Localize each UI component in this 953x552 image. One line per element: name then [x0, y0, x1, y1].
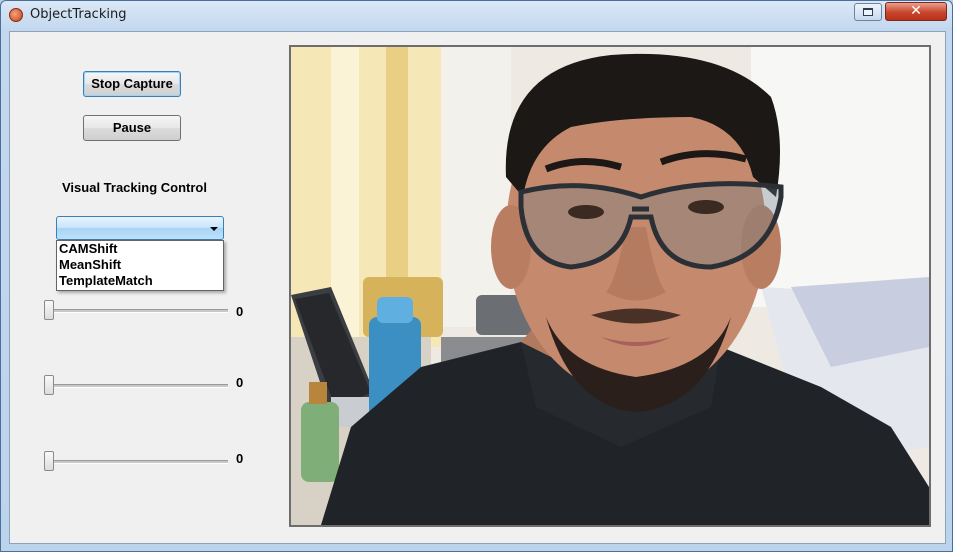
restore-button[interactable]: [854, 3, 882, 21]
pause-button[interactable]: Pause: [83, 115, 181, 141]
parameter-slider-1[interactable]: [44, 300, 228, 322]
slider-1-value: 0: [236, 304, 244, 319]
camera-feed: [289, 45, 931, 527]
close-button[interactable]: ✕: [885, 2, 947, 21]
option-templatematch[interactable]: TemplateMatch: [57, 273, 223, 289]
chevron-down-icon[interactable]: [210, 227, 218, 231]
option-camshift[interactable]: CAMShift: [57, 241, 223, 257]
close-icon: ✕: [910, 3, 922, 19]
tracker-select[interactable]: [56, 216, 224, 240]
option-meanshift[interactable]: MeanShift: [57, 257, 223, 273]
slider-track: [44, 309, 228, 313]
app-icon: [9, 8, 23, 22]
parameter-slider-3[interactable]: [44, 451, 228, 473]
slider-2-value: 0: [236, 375, 244, 390]
slider-thumb[interactable]: [44, 300, 54, 320]
parameter-slider-2[interactable]: [44, 375, 228, 397]
slider-3-value: 0: [236, 451, 244, 466]
slider-track: [44, 460, 228, 464]
tracking-control-label: Visual Tracking Control: [62, 180, 207, 195]
slider-thumb[interactable]: [44, 375, 54, 395]
window-title: ObjectTracking: [30, 7, 127, 22]
frame-edge: [931, 45, 944, 527]
stop-capture-button[interactable]: Stop Capture: [83, 71, 181, 97]
restore-icon: [863, 8, 873, 16]
title-bar[interactable]: ObjectTracking ✕: [1, 1, 952, 29]
slider-thumb[interactable]: [44, 451, 54, 471]
camera-frame-image: [291, 47, 929, 525]
slider-track: [44, 384, 228, 388]
tracker-dropdown-list: CAMShift MeanShift TemplateMatch: [56, 240, 224, 291]
